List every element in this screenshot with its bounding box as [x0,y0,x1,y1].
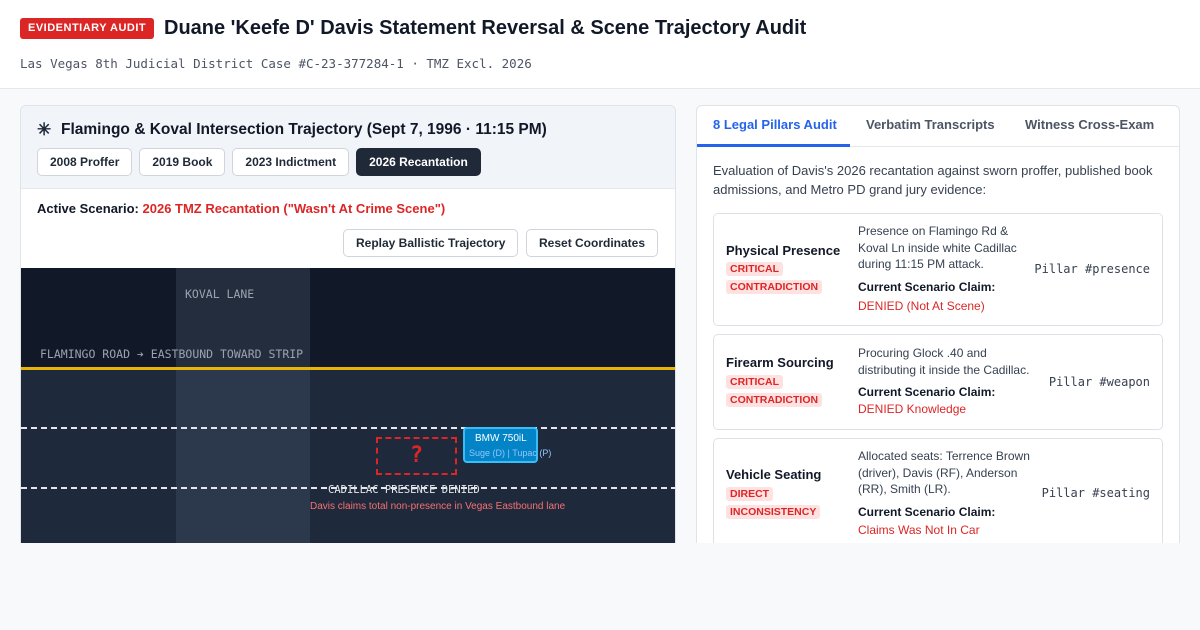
pillar-claim-heading: Current Scenario Claim: [858,280,996,294]
pillar-card[interactable]: Physical Presence CRITICAL CONTRADICTION… [713,213,1163,326]
unknown-cadillac-marker[interactable]: ? [376,437,457,475]
pillar-name: Vehicle Seating [726,467,822,482]
road-center-line [21,367,675,370]
pillar-description: Procuring Glock .40 and distributing it … [858,346,1030,377]
audit-panel: 8 Legal Pillars Audit Verbatim Transcrip… [696,105,1180,555]
reset-coordinates-button[interactable]: Reset Coordinates [526,229,659,257]
pillar-status-badge: CRITICAL CONTRADICTION [726,373,823,409]
scenario-tab-2008-proffer[interactable]: 2008 Proffer [37,148,133,176]
trajectory-title-text: Flamingo & Koval Intersection Trajectory… [61,121,547,138]
pillar-tag: Pillar #presence [1034,262,1150,276]
intersection-map[interactable]: KOVAL LANE FLAMINGO ROAD ➔ EASTBOUND TOW… [21,268,675,554]
replay-trajectory-button[interactable]: Replay Ballistic Trajectory [343,229,519,257]
flamingo-road-label: FLAMINGO ROAD ➔ EASTBOUND TOWARD STRIP [40,347,304,361]
crosshair-icon: ✳ [37,120,52,139]
audit-intro: Evaluation of Davis's 2026 recantation a… [713,163,1153,197]
page-header: EVIDENTIARY AUDIT Duane 'Keefe D' Davis … [0,0,1200,89]
pillar-claim-value: Claims Was Not In Car [858,523,980,537]
trajectory-panel: ✳ Flamingo & Koval Intersection Trajecto… [20,105,676,555]
pillar-claim-heading: Current Scenario Claim: [858,505,996,519]
bmw-occupants-label: Suge (D) | Tupac (P) [469,448,552,458]
pillar-card[interactable]: Vehicle Seating DIRECT INCONSISTENCY All… [713,438,1163,553]
evidentiary-audit-badge: EVIDENTIARY AUDIT [20,18,155,39]
tab-witness-cross-exam[interactable]: Witness Cross-Exam [1025,106,1154,147]
scenario-tabs: 2008 Proffer 2019 Book 2023 Indictment 2… [37,148,481,176]
tab-legal-pillars[interactable]: 8 Legal Pillars Audit [713,106,837,147]
active-scenario-label: Active Scenario: [37,201,139,216]
pillar-status-badge: DIRECT INCONSISTENCY [726,485,821,521]
koval-lane-surface [176,268,310,554]
pillar-card[interactable]: Firearm Sourcing CRITICAL CONTRADICTION … [713,334,1163,430]
tab-verbatim-transcripts[interactable]: Verbatim Transcripts [866,106,995,147]
active-scenario-value: 2026 TMZ Recantation ("Wasn't At Crime S… [142,201,446,216]
page-title: Duane 'Keefe D' Davis Statement Reversal… [164,17,807,39]
koval-lane-label: KOVAL LANE [185,287,255,301]
bmw-vehicle-label: BMW 750iL [475,433,527,444]
pillar-claim-heading: Current Scenario Claim: [858,385,996,399]
audit-tabs: 8 Legal Pillars Audit Verbatim Transcrip… [697,106,1179,147]
trajectory-panel-title: ✳ Flamingo & Koval Intersection Trajecto… [37,120,547,140]
cadillac-denied-label: CADILLAC PRESENCE DENIED [328,484,480,496]
trajectory-panel-header: ✳ Flamingo & Koval Intersection Trajecto… [21,106,675,189]
pillar-tag: Pillar #weapon [1048,375,1150,389]
lane-divider [21,427,675,429]
pillar-status-badge: CRITICAL CONTRADICTION [726,260,823,296]
pillar-claim-value: DENIED (Not At Scene) [858,299,985,313]
pillar-name: Firearm Sourcing [726,355,834,370]
pillar-claim-value: DENIED Knowledge [858,402,967,416]
scenario-tab-2023-indictment[interactable]: 2023 Indictment [232,148,350,176]
pillar-description: Allocated seats: Terrence Brown (driver)… [858,449,1030,496]
scenario-tab-2019-book[interactable]: 2019 Book [139,148,226,176]
page-background [0,543,1200,630]
davis-claim-caption: Davis claims total non-presence in Vegas… [310,501,566,512]
active-scenario: Active Scenario: 2026 TMZ Recantation ("… [37,201,445,216]
active-tab-indicator [697,144,850,147]
pillar-name: Physical Presence [726,243,841,258]
flamingo-road-surface [21,368,675,554]
pillar-tag: Pillar #seating [1041,486,1150,500]
pillar-description: Presence on Flamingo Rd & Koval Ln insid… [858,224,1017,271]
case-subtitle: Las Vegas 8th Judicial District Case #C-… [20,56,532,71]
scenario-tab-2026-recantation[interactable]: 2026 Recantation [356,148,481,176]
